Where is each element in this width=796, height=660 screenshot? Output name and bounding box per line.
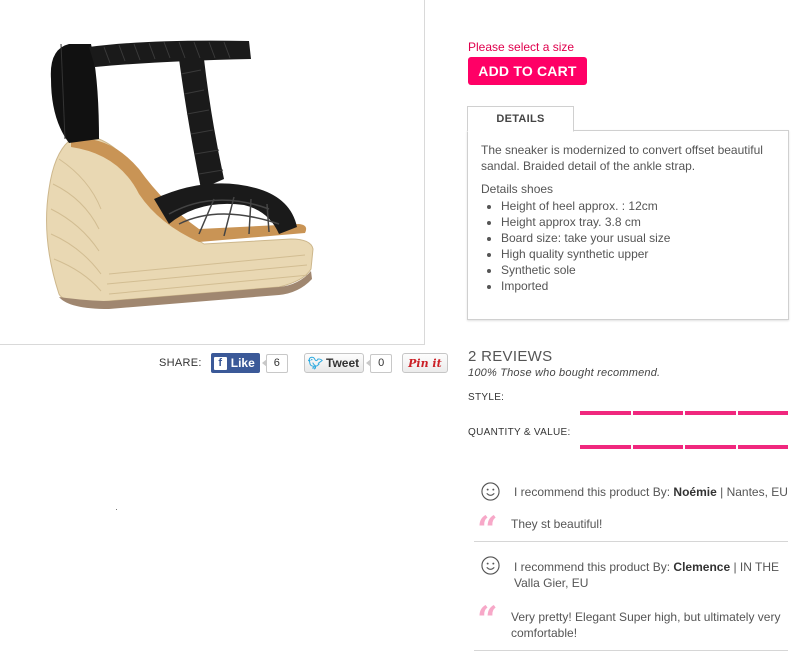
review-text: Very pretty! Elegant Super high, but ult… <box>511 610 781 640</box>
stray-dot <box>116 509 117 510</box>
review-item: I recommend this product By: Clemence | … <box>474 546 788 651</box>
tweet-count: 0 <box>366 353 393 373</box>
details-item: Synthetic sole <box>501 262 670 278</box>
smiley-icon <box>481 482 500 501</box>
add-to-cart-button[interactable]: ADD TO CART <box>468 57 587 85</box>
facebook-icon: f <box>213 356 227 370</box>
recommend-text: I recommend this product By: <box>514 560 671 574</box>
pin-it-button[interactable]: Pin it <box>402 353 448 373</box>
tab-details[interactable]: DETAILS <box>467 106 574 132</box>
details-item: High quality synthetic upper <box>501 246 670 262</box>
details-description: The sneaker is modernized to convert off… <box>481 143 763 173</box>
rating-segment <box>737 445 788 449</box>
rating-label-quantity-value: QUANTITY & VALUE: <box>468 427 571 438</box>
rating-segment <box>685 445 736 449</box>
reviewer-name: Noémie <box>673 485 717 499</box>
reviewer-name: Clemence <box>673 560 731 574</box>
rating-segment <box>632 445 683 449</box>
twitter-bird-icon: 🐦︎ <box>307 356 324 370</box>
details-item: Imported <box>501 278 670 294</box>
details-list: Height of heel approx. : 12cm Height app… <box>481 198 670 294</box>
tweet-label: Tweet <box>326 356 360 370</box>
facebook-like-label: Like <box>230 356 255 370</box>
facebook-like-button[interactable]: f Like <box>210 353 260 373</box>
reviewer-line: I recommend this product By: Clemence | … <box>514 559 784 591</box>
details-item: Height approx tray. 3.8 cm <box>501 214 670 230</box>
share-bar: SHARE: f Like 6 🐦︎ Tweet 0 Pin it <box>159 352 448 374</box>
details-item: Board size: take your usual size <box>501 230 670 246</box>
rating-bar-style <box>580 411 788 415</box>
rating-bar-quantity-value <box>580 445 788 449</box>
quote-icon: “ <box>477 599 498 641</box>
details-panel: The sneaker is modernized to convert off… <box>467 130 789 320</box>
rating-segment <box>580 445 631 449</box>
facebook-like-count: 6 <box>261 353 288 373</box>
rating-segment <box>737 411 788 415</box>
smiley-icon <box>481 556 500 575</box>
rating-segment <box>580 411 631 415</box>
rating-segment <box>632 411 683 415</box>
details-item: Height of heel approx. : 12cm <box>501 198 670 214</box>
reviewer-line: I recommend this product By: Noémie | Na… <box>514 484 788 500</box>
review-item: I recommend this product By: Noémie | Na… <box>474 474 788 548</box>
product-image[interactable] <box>29 39 329 314</box>
product-image-frame <box>0 0 425 345</box>
reviews-summary: 100% Those who bought recommend. <box>468 367 661 379</box>
review-text: They st beautiful! <box>511 517 603 531</box>
rating-segment <box>685 411 736 415</box>
quote-icon: “ <box>477 509 498 551</box>
reviewer-location: | Nantes, EU <box>720 485 788 499</box>
share-label: SHARE: <box>159 357 202 369</box>
details-heading: Details shoes <box>481 182 554 196</box>
rating-label-style: STYLE: <box>468 392 505 403</box>
recommend-text: I recommend this product By: <box>514 485 671 499</box>
tweet-button[interactable]: 🐦︎ Tweet <box>303 353 365 373</box>
size-warning: Please select a size <box>468 40 575 54</box>
reviews-title: 2 REVIEWS <box>468 348 553 365</box>
